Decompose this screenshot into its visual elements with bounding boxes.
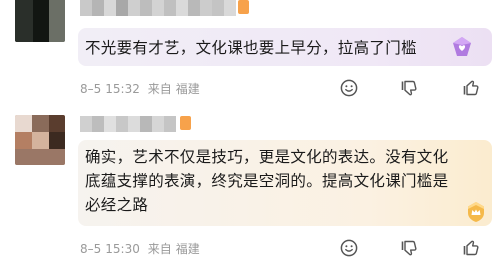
comment-text-line-3: 必经之路 xyxy=(85,196,149,214)
avatar[interactable] xyxy=(15,115,65,165)
comment-list: 不光要有才艺，文化课也要上早分，拉高了门槛 8–5 15:32 来自 福建 确实… xyxy=(0,0,500,260)
comment-text-line-2: 底蕴支撑的表演，终究是空洞的。提高文化课门槛是 xyxy=(85,172,449,190)
comment-text-line-1: 确实，艺术不仅是技巧，更是文化的表达。没有文化 xyxy=(85,148,449,166)
smile-icon[interactable] xyxy=(340,239,358,257)
thumb-up-icon[interactable] xyxy=(462,239,480,257)
comment-item: 确实，艺术不仅是技巧，更是文化的表达。没有文化 底蕴支撑的表演，终究是空洞的。提… xyxy=(0,0,500,260)
thumb-down-icon[interactable] xyxy=(400,239,418,257)
location-prefix: 来自 xyxy=(147,242,172,256)
comment-time: 15:30 xyxy=(105,242,140,256)
comment-location: 福建 xyxy=(175,242,200,256)
comment-meta: 8–5 15:30 来自 福建 xyxy=(80,240,204,257)
comment-date: 8–5 xyxy=(80,242,102,256)
comment-bubble[interactable]: 确实，艺术不仅是技巧，更是文化的表达。没有文化 底蕴支撑的表演，终究是空洞的。提… xyxy=(78,140,492,226)
gold-crown-badge-icon xyxy=(464,200,488,224)
username[interactable] xyxy=(80,116,176,132)
vip-tag xyxy=(180,116,191,130)
